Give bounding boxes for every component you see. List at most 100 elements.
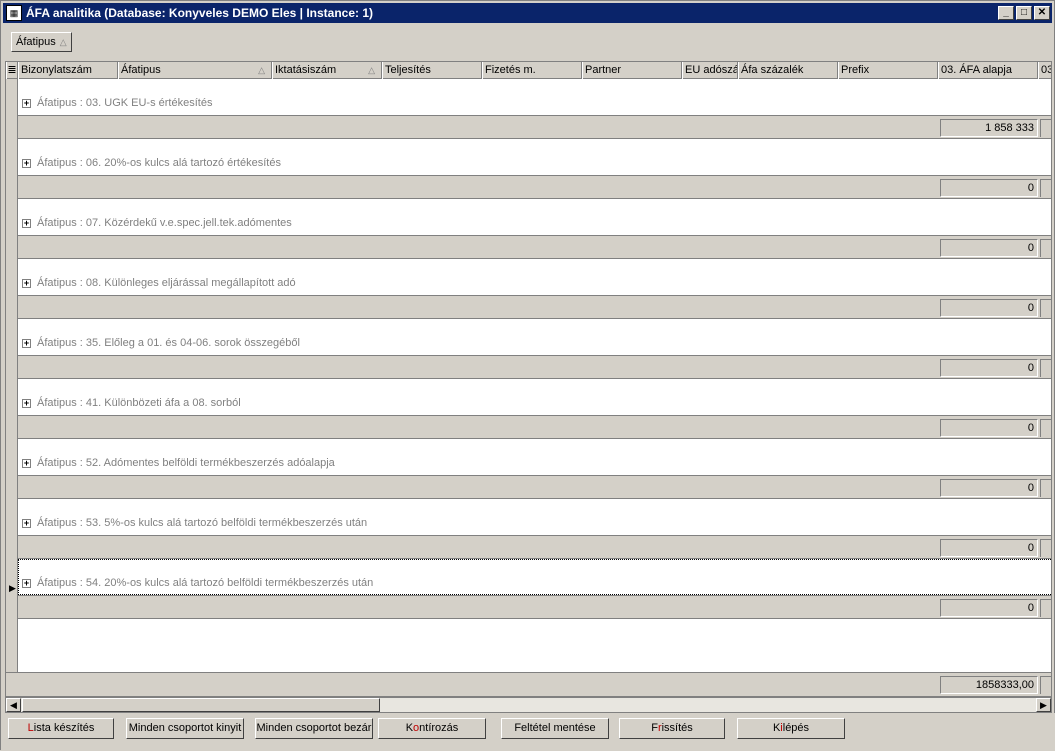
button-label: ista készítés bbox=[33, 722, 95, 734]
column-label: Prefix bbox=[841, 64, 870, 76]
group-summary-row: 0 bbox=[18, 295, 1051, 319]
column-label: EU adószá bbox=[685, 64, 738, 76]
column-header-bizonylatszam[interactable]: Bizonylatszám bbox=[18, 62, 118, 79]
column-header-partner[interactable]: Partner bbox=[582, 62, 682, 79]
horizontal-scrollbar[interactable]: ◀ ▶ bbox=[5, 697, 1052, 713]
expand-group-icon[interactable]: + bbox=[22, 458, 31, 468]
column-label: Teljesítés bbox=[385, 64, 431, 76]
group-row[interactable]: + Áfatipus : 53. 5%-os kulcs alá tartozó … bbox=[18, 499, 1051, 535]
kontirozas-button[interactable]: Kontírozás bbox=[378, 718, 486, 739]
expand-group-icon[interactable]: + bbox=[22, 98, 31, 108]
group-label: Áfatipus : 41. Különbözeti áfa a 08. sor… bbox=[37, 397, 241, 409]
scroll-right-icon[interactable]: ▶ bbox=[1036, 698, 1051, 712]
group-summary-row: 1 858 333 bbox=[18, 115, 1051, 139]
button-label: ntírozás bbox=[419, 722, 459, 734]
column-header-eu-adoszam[interactable]: EU adószá bbox=[682, 62, 738, 79]
sort-ascending-icon: △ bbox=[258, 65, 265, 75]
group-label: Áfatipus : 07. Közérdekű v.e.spec.jell.t… bbox=[37, 217, 292, 229]
group-sum-cell bbox=[1040, 479, 1051, 497]
group-row[interactable]: + Áfatipus : 03. UGK EU-s értékesítés bbox=[18, 79, 1051, 115]
column-header-teljesites[interactable]: Teljesítés bbox=[382, 62, 482, 79]
expand-group-icon[interactable]: + bbox=[22, 218, 31, 228]
sort-ascending-icon: △ bbox=[368, 65, 375, 75]
group-row[interactable]: + Áfatipus : 06. 20%-os kulcs alá tartozó… bbox=[18, 139, 1051, 175]
lista-keszites-button[interactable]: Lista készítés bbox=[8, 718, 114, 739]
expand-all-groups-button[interactable]: Minden csoportot kinyit bbox=[126, 718, 244, 739]
column-label: Áfatipus bbox=[121, 64, 161, 76]
column-header-iktatasiszam[interactable]: Iktatásiszám △ bbox=[272, 62, 382, 79]
current-row-indicator-icon: ▶ bbox=[9, 583, 16, 593]
close-button[interactable]: ✕ bbox=[1034, 6, 1050, 20]
group-sum-afa-alapja: 0 bbox=[940, 359, 1038, 377]
group-sum-afa-alapja: 1 858 333 bbox=[940, 119, 1038, 137]
group-row[interactable]: + Áfatipus : 52. Adómentes belföldi termé… bbox=[18, 439, 1051, 475]
grid-header: ≣ Bizonylatszám Áfatipus △ Iktatásiszám △ … bbox=[6, 62, 1051, 79]
column-header-prefix[interactable]: Prefix bbox=[838, 62, 938, 79]
group-label: Áfatipus : 03. UGK EU-s értékesítés bbox=[37, 97, 213, 109]
group-summary-row: 0 bbox=[18, 535, 1051, 559]
group-row-focused[interactable]: + Áfatipus : 54. 20%-os kulcs alá tartozó… bbox=[18, 559, 1051, 595]
expand-group-icon[interactable]: + bbox=[22, 158, 31, 168]
group-by-chip-afatipus[interactable]: Áfatipus △ bbox=[11, 32, 72, 52]
column-label: Áfa százalék bbox=[741, 64, 804, 76]
column-header-afa-alapja[interactable]: 03. ÁFA alapja bbox=[938, 62, 1038, 79]
grand-total-afa-alapja: 1858333,00 bbox=[940, 676, 1038, 694]
row-selector-column: ▶ bbox=[6, 79, 18, 696]
group-sum-cell bbox=[1040, 599, 1051, 617]
button-label: F bbox=[651, 722, 658, 734]
group-sum-cell bbox=[1040, 179, 1051, 197]
group-summary-row: 0 bbox=[18, 475, 1051, 499]
app-icon[interactable]: ▦ bbox=[6, 5, 22, 21]
column-header-03-truncated[interactable]: 03 bbox=[1038, 62, 1051, 79]
column-label: Iktatásiszám bbox=[275, 64, 337, 76]
kilepes-button[interactable]: Kilépés bbox=[737, 718, 845, 739]
group-sum-cell bbox=[1040, 359, 1051, 377]
column-chooser-icon[interactable]: ≣ bbox=[6, 62, 18, 79]
column-header-fizetes[interactable]: Fizetés m. bbox=[482, 62, 582, 79]
expand-group-icon[interactable]: + bbox=[22, 578, 31, 588]
column-label: 03. ÁFA alapja bbox=[941, 64, 1012, 76]
group-sum-afa-alapja: 0 bbox=[940, 539, 1038, 557]
group-row[interactable]: + Áfatipus : 07. Közérdekű v.e.spec.jell.… bbox=[18, 199, 1051, 235]
button-label: K bbox=[405, 722, 414, 734]
group-sum-cell bbox=[1040, 119, 1051, 137]
expand-group-icon[interactable]: + bbox=[22, 398, 31, 408]
column-label: Partner bbox=[585, 64, 622, 76]
group-row[interactable]: + Áfatipus : 35. Előleg a 01. és 04-06. s… bbox=[18, 319, 1051, 355]
column-header-afatipus[interactable]: Áfatipus △ bbox=[118, 62, 272, 79]
group-sum-afa-alapja: 0 bbox=[940, 599, 1038, 617]
scroll-left-icon[interactable]: ◀ bbox=[6, 698, 21, 712]
group-sum-afa-alapja: 0 bbox=[940, 239, 1038, 257]
column-label: Bizonylatszám bbox=[21, 64, 92, 76]
group-label: Áfatipus : 52. Adómentes belföldi termék… bbox=[37, 457, 335, 469]
group-sum-cell bbox=[1040, 539, 1051, 557]
expand-group-icon[interactable]: + bbox=[22, 518, 31, 528]
group-row[interactable]: + Áfatipus : 41. Különbözeti áfa a 08. so… bbox=[18, 379, 1051, 415]
column-header-afa-szazalek[interactable]: Áfa százalék bbox=[738, 62, 838, 79]
main-window: ▦ ÁFA analitika (Database: Konyveles DEM… bbox=[0, 0, 1055, 751]
group-sum-afa-alapja: 0 bbox=[940, 419, 1038, 437]
maximize-button[interactable]: □ bbox=[1016, 6, 1032, 20]
group-sum-afa-alapja: 0 bbox=[940, 299, 1038, 317]
group-sum-cell bbox=[1040, 419, 1051, 437]
title-bar[interactable]: ▦ ÁFA analitika (Database: Konyveles DEM… bbox=[3, 3, 1052, 23]
group-sum-afa-alapja: 0 bbox=[940, 179, 1038, 197]
group-summary-row: 0 bbox=[18, 175, 1051, 199]
column-label: Fizetés m. bbox=[485, 64, 536, 76]
frissites-button[interactable]: Frissítés bbox=[619, 718, 725, 739]
minimize-button[interactable]: _ bbox=[998, 6, 1014, 20]
group-chip-label: Áfatipus bbox=[16, 36, 56, 48]
group-row[interactable]: + Áfatipus : 08. Különleges eljárással me… bbox=[18, 259, 1051, 295]
save-filter-button[interactable]: Feltétel mentése bbox=[501, 718, 609, 739]
grand-total-row: 1858333,00 bbox=[6, 672, 1051, 696]
scroll-thumb[interactable] bbox=[22, 698, 380, 712]
group-sum-afa-alapja: 0 bbox=[940, 479, 1038, 497]
group-label: Áfatipus : 08. Különleges eljárással meg… bbox=[37, 277, 296, 289]
group-sum-cell bbox=[1040, 299, 1051, 317]
group-by-panel: Áfatipus △ bbox=[5, 25, 1052, 61]
expand-group-icon[interactable]: + bbox=[22, 278, 31, 288]
window-title: ÁFA analitika (Database: Konyveles DEMO … bbox=[26, 6, 374, 20]
collapse-all-groups-button[interactable]: Minden csoportot bezár bbox=[255, 718, 373, 739]
expand-group-icon[interactable]: + bbox=[22, 338, 31, 348]
button-bar: Lista készítés Minden csoportot kinyit M… bbox=[1, 713, 1055, 751]
